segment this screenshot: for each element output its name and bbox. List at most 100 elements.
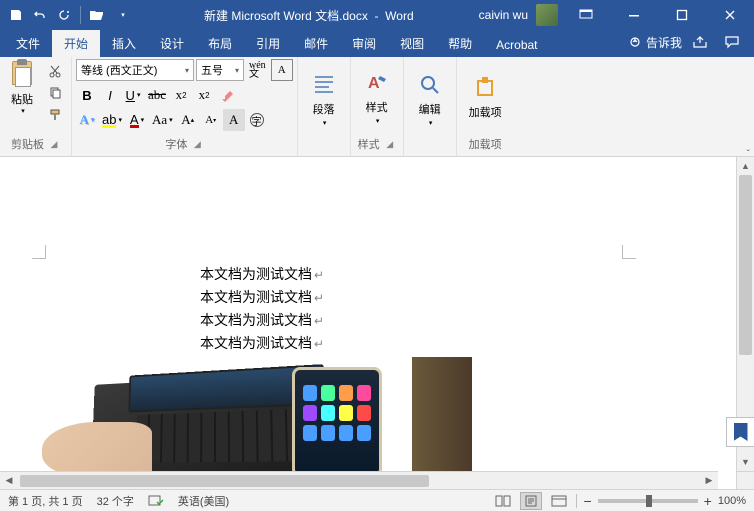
avatar[interactable] — [536, 4, 558, 26]
bookmark-icon — [734, 423, 748, 441]
scroll-up-icon[interactable]: ▲ — [737, 157, 754, 175]
italic-button[interactable]: I — [99, 84, 121, 106]
ribbon: 粘贴 ▾ 剪贴板 ◢ 等线 (西文正文)▾ 五号▾ wén文 A B I U▾ — [0, 57, 754, 157]
tab-mailings[interactable]: 邮件 — [292, 30, 340, 57]
document-image[interactable] — [42, 357, 512, 471]
highlight-button[interactable]: ab▾ — [99, 109, 125, 131]
clipboard-launcher-icon[interactable]: ◢ — [48, 138, 60, 150]
bold-button[interactable]: B — [76, 84, 98, 106]
clear-formatting-icon[interactable] — [216, 84, 238, 106]
copy-icon[interactable] — [45, 83, 65, 103]
font-name-combo[interactable]: 等线 (西文正文)▾ — [76, 59, 194, 81]
ribbon-options-icon[interactable] — [566, 0, 606, 30]
font-color-button[interactable]: A▾ — [126, 109, 148, 131]
enclose-char-icon[interactable]: 字 — [246, 109, 268, 131]
horizontal-scrollbar[interactable]: ◀ ▶ — [0, 471, 718, 489]
shrink-font-button[interactable]: A▾ — [200, 109, 222, 131]
group-clipboard: 粘贴 ▾ 剪贴板 ◢ — [0, 57, 72, 156]
font-size-combo[interactable]: 五号▾ — [196, 59, 244, 81]
spellcheck-icon[interactable] — [148, 494, 164, 508]
minimize-icon[interactable] — [614, 0, 654, 30]
share-icon[interactable] — [686, 27, 714, 57]
document-text[interactable]: 本文档为测试文档↵ 本文档为测试文档↵ 本文档为测试文档↵ 本文档为测试文档↵ — [200, 263, 324, 355]
tab-acrobat[interactable]: Acrobat — [484, 33, 549, 57]
quick-access-toolbar: ▾ — [0, 6, 139, 24]
char-shading-icon[interactable]: A — [223, 109, 245, 131]
group-addins: 加载项 加载项 — [457, 57, 514, 156]
tab-references[interactable]: 引用 — [244, 30, 292, 57]
collapse-ribbon-icon[interactable]: ˬ — [747, 141, 750, 152]
scroll-right-icon[interactable]: ▶ — [700, 475, 718, 486]
page-count[interactable]: 第 1 页, 共 1 页 — [8, 493, 83, 509]
change-case-button[interactable]: Aa▾ — [149, 109, 176, 131]
group-editing: 编辑▾ — [404, 57, 457, 156]
group-label-clipboard: 剪贴板 — [11, 136, 44, 152]
tellme-icon[interactable]: 告诉我 — [628, 34, 682, 51]
paragraph-mark-icon: ↵ — [314, 268, 324, 282]
paragraph-button[interactable]: 段落▾ — [302, 59, 346, 138]
bookmark-tab[interactable] — [726, 417, 754, 447]
editing-button[interactable]: 编辑▾ — [408, 59, 452, 138]
addin-button[interactable]: 加载项 — [461, 59, 510, 134]
superscript-button[interactable]: x2 — [193, 84, 215, 106]
group-label-styles: 样式 — [358, 136, 380, 152]
read-mode-icon[interactable] — [492, 492, 514, 510]
cut-icon[interactable] — [45, 61, 65, 81]
find-icon — [416, 71, 444, 99]
format-painter-icon[interactable] — [45, 105, 65, 125]
comments-icon[interactable] — [718, 27, 746, 57]
subscript-button[interactable]: x2 — [170, 84, 192, 106]
close-icon[interactable] — [710, 0, 750, 30]
group-label-font: 字体 — [165, 136, 187, 152]
tab-layout[interactable]: 布局 — [196, 30, 244, 57]
paragraph-mark-icon: ↵ — [314, 337, 324, 351]
scroll-left-icon[interactable]: ◀ — [0, 475, 18, 486]
tab-insert[interactable]: 插入 — [100, 30, 148, 57]
maximize-icon[interactable] — [662, 0, 702, 30]
addin-icon — [471, 74, 499, 102]
zoom-slider[interactable] — [598, 499, 698, 503]
redo-icon[interactable] — [56, 7, 72, 23]
underline-button[interactable]: U▾ — [122, 84, 144, 106]
scroll-down-icon[interactable]: ▼ — [737, 453, 754, 471]
tab-home[interactable]: 开始 — [52, 30, 100, 57]
styles-button[interactable]: A 样式▾ — [355, 59, 399, 134]
font-launcher-icon[interactable]: ◢ — [191, 138, 203, 150]
text-effects-button[interactable]: A▾ — [76, 109, 98, 131]
group-styles: A 样式▾ 样式 ◢ — [351, 57, 404, 156]
undo-icon[interactable] — [32, 7, 48, 23]
tab-file[interactable]: 文件 — [4, 30, 52, 57]
margin-corner-icon — [32, 245, 46, 259]
group-label-editing — [428, 140, 431, 152]
zoom-out-icon[interactable]: − — [583, 493, 591, 509]
zoom-level[interactable]: 100% — [718, 495, 746, 507]
group-paragraph: 段落▾ — [298, 57, 351, 156]
phonetic-guide-icon[interactable]: wén文 — [246, 59, 269, 81]
save-icon[interactable] — [8, 7, 24, 23]
tab-review[interactable]: 审阅 — [340, 30, 388, 57]
character-border-icon[interactable]: A — [271, 59, 293, 81]
status-bar: 第 1 页, 共 1 页 32 个字 英语(美国) − + 100% — [0, 489, 754, 511]
zoom-in-icon[interactable]: + — [704, 493, 712, 509]
title-bar: ▾ 新建 Microsoft Word 文档.docx - Word caivi… — [0, 0, 754, 30]
print-layout-icon[interactable] — [520, 492, 542, 510]
web-layout-icon[interactable] — [548, 492, 570, 510]
qat-more-icon[interactable]: ▾ — [115, 7, 131, 23]
margin-corner-icon — [622, 245, 636, 259]
hscroll-thumb[interactable] — [20, 475, 429, 487]
tab-view[interactable]: 视图 — [388, 30, 436, 57]
tab-help[interactable]: 帮助 — [436, 30, 484, 57]
word-count[interactable]: 32 个字 — [97, 493, 134, 509]
language[interactable]: 英语(美国) — [178, 493, 229, 509]
page-viewport[interactable]: 本文档为测试文档↵ 本文档为测试文档↵ 本文档为测试文档↵ 本文档为测试文档↵ — [0, 157, 736, 471]
scroll-thumb[interactable] — [739, 175, 752, 355]
tab-design[interactable]: 设计 — [148, 30, 196, 57]
grow-font-button[interactable]: A▴ — [177, 109, 199, 131]
strikethrough-button[interactable]: abc — [145, 84, 169, 106]
title-right: caivin wu — [479, 0, 754, 30]
paste-button[interactable]: 粘贴 ▾ — [4, 59, 40, 134]
paragraph-icon — [310, 71, 338, 99]
open-icon[interactable] — [89, 7, 105, 23]
user-name[interactable]: caivin wu — [479, 8, 528, 22]
styles-launcher-icon[interactable]: ◢ — [384, 138, 396, 150]
